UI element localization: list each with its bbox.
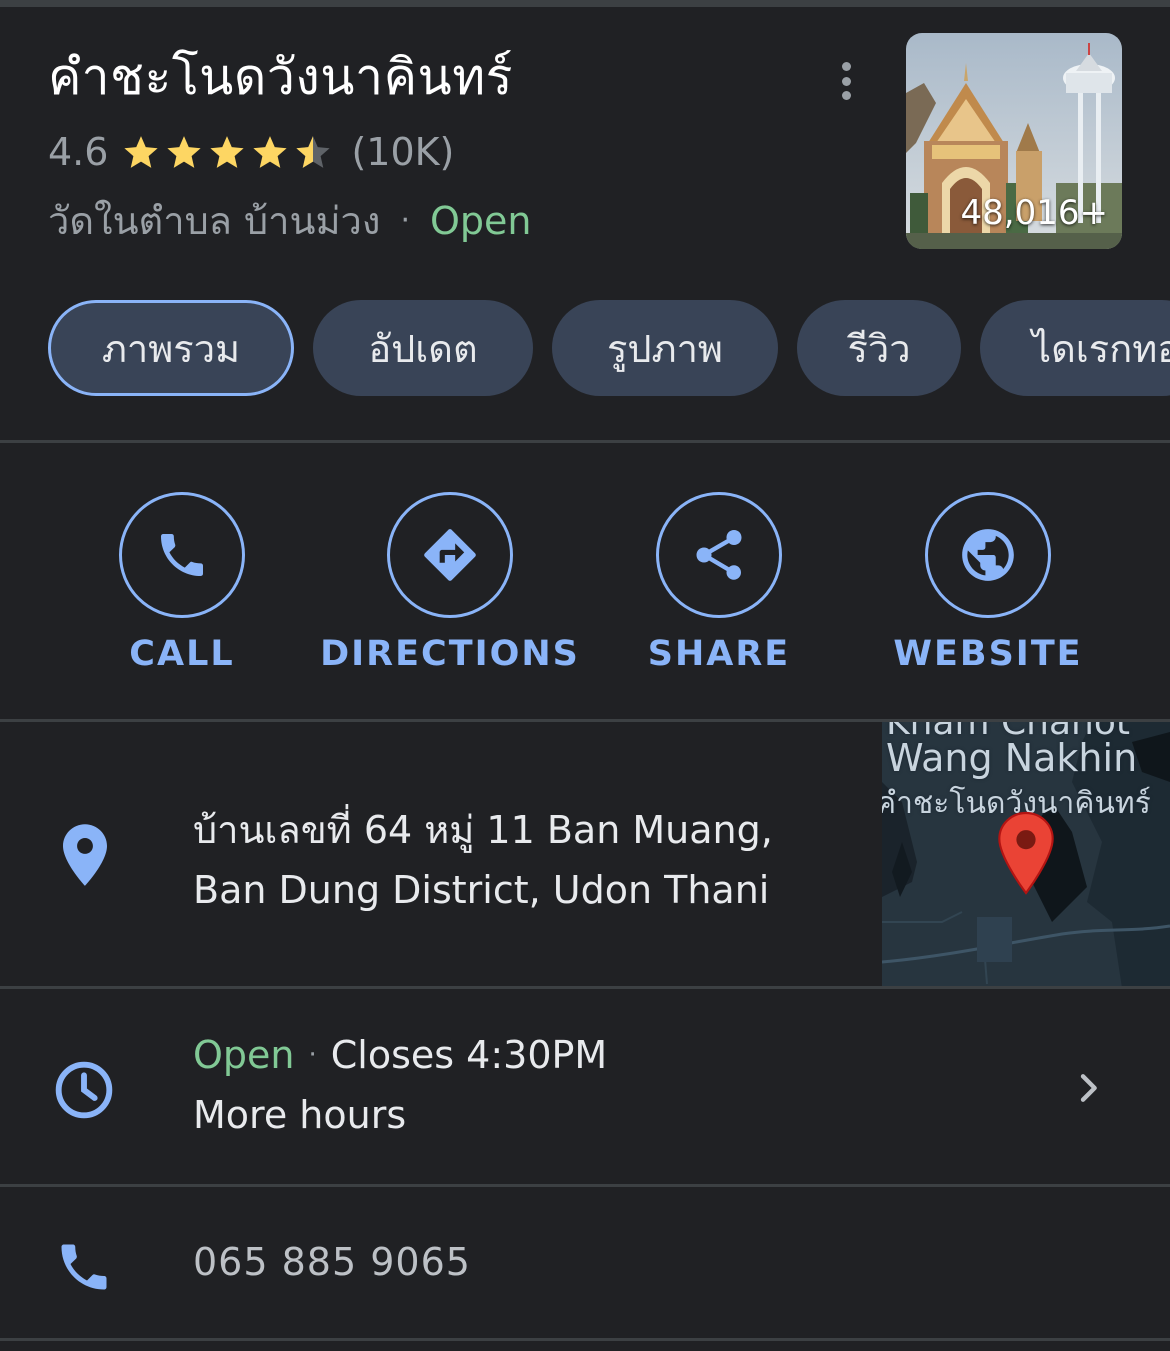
more-options-button[interactable] <box>826 58 866 104</box>
tab-updates[interactable]: อัปเดต <box>313 300 533 396</box>
tab-directory[interactable]: ไดเรกทอ <box>980 300 1170 396</box>
star-icon <box>253 136 288 168</box>
star-icon <box>167 136 202 168</box>
more-hours-link[interactable]: More hours <box>193 1093 406 1137</box>
call-label: CALL <box>129 634 235 674</box>
divider <box>0 1184 1170 1187</box>
location-pin-icon <box>63 824 107 886</box>
share-label: SHARE <box>647 634 791 674</box>
tab-bar: ภาพรวม อัปเดต รูปภาพ รีวิว ไดเรกทอ <box>48 300 1170 396</box>
map-label-name: Wang Nakhin <box>886 736 1138 780</box>
share-icon <box>696 530 742 580</box>
share-button[interactable] <box>656 492 782 618</box>
website-action[interactable]: WEBSITE <box>858 492 1118 674</box>
place-title: คำชะโนดวังนาคินทร์ <box>48 48 514 106</box>
closing-time: Closes 4:30PM <box>330 1033 608 1077</box>
address-line-1: บ้านเลขที่ 64 หมู่ 11 Ban Muang, <box>193 808 773 852</box>
globe-icon <box>962 529 1014 581</box>
map-thumbnail[interactable]: Kham Chanot Wang Nakhin คำชะโนดวังนาคินท… <box>882 722 1170 988</box>
clock-icon <box>55 1061 113 1119</box>
directions-action[interactable]: DIRECTIONS <box>320 492 580 674</box>
divider <box>0 1338 1170 1341</box>
dot <box>841 76 851 86</box>
chevron-right-icon[interactable] <box>1068 1068 1108 1108</box>
phone-number[interactable]: 065 885 9065 <box>193 1240 471 1284</box>
phone-icon <box>161 534 203 576</box>
directions-button[interactable] <box>387 492 513 618</box>
dot <box>841 91 851 100</box>
hours-open-status: Open <box>193 1033 295 1077</box>
rating-value: 4.6 <box>48 130 109 174</box>
tab-reviews[interactable]: รีวิว <box>797 300 961 396</box>
star-icon <box>124 136 159 168</box>
place-category: วัดในตำบล บ้านม่วง <box>48 199 381 243</box>
address-line-2: Ban Dung District, Udon Thani <box>193 868 770 912</box>
divider <box>0 986 1170 989</box>
photo-count: 48,016+ <box>960 193 1108 233</box>
website-button[interactable] <box>925 492 1051 618</box>
tab-overview[interactable]: ภาพรวม <box>48 300 294 396</box>
share-action[interactable]: SHARE <box>589 492 849 674</box>
divider <box>0 440 1170 443</box>
call-action[interactable]: CALL <box>52 492 312 674</box>
rating-stars <box>122 133 337 171</box>
separator: · <box>308 1040 317 1070</box>
half-star-icon <box>296 136 331 168</box>
star-icon <box>210 136 245 168</box>
map-marker-icon <box>998 811 1054 895</box>
review-count: (10K) <box>351 130 455 174</box>
rating-row[interactable]: 4.6 (10K) <box>48 130 454 174</box>
phone-icon <box>61 1244 107 1290</box>
open-status: Open <box>429 198 532 243</box>
dot <box>841 62 851 71</box>
hours-summary[interactable]: Open · Closes 4:30PM <box>193 1033 607 1077</box>
tab-photos[interactable]: รูปภาพ <box>552 300 778 396</box>
category-row: วัดในตำบล บ้านม่วง · Open <box>48 190 531 251</box>
directions-label: DIRECTIONS <box>320 634 580 674</box>
address-text[interactable]: บ้านเลขที่ 64 หมู่ 11 Ban Muang, Ban Dun… <box>193 800 773 920</box>
call-button[interactable] <box>119 492 245 618</box>
place-photo-thumbnail[interactable]: 48,016+ <box>906 33 1122 249</box>
website-label: WEBSITE <box>893 634 1083 674</box>
top-edge <box>0 0 1170 7</box>
separator: · <box>400 203 410 238</box>
directions-icon <box>424 529 476 581</box>
